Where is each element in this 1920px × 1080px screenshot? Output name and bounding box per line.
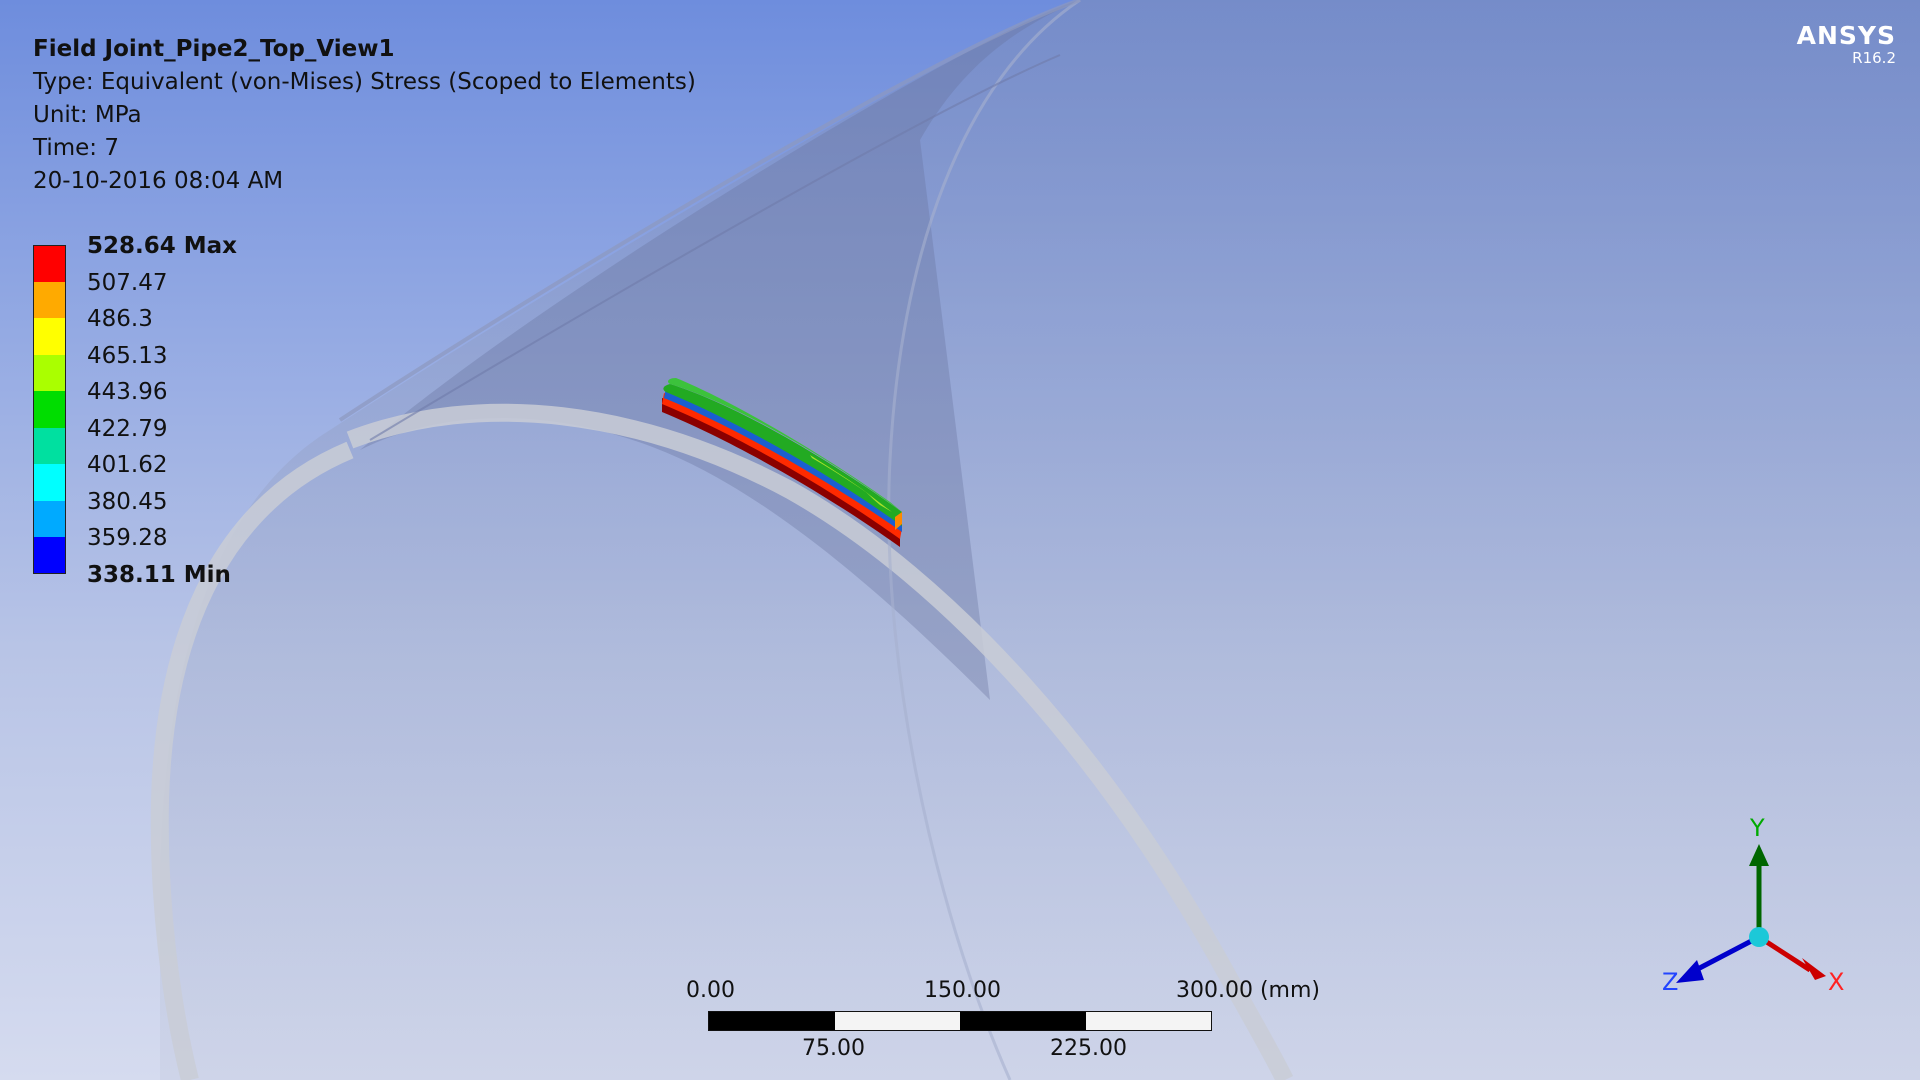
scale-label-75: 75.00 [802, 1036, 865, 1061]
legend-swatch [33, 537, 66, 574]
scale-bar-graphic [708, 1011, 1212, 1031]
legend-swatch [33, 464, 66, 501]
scale-label-150: 150.00 [924, 978, 1001, 1003]
legend-value: 465.13 [87, 342, 168, 369]
result-time: Time: 7 [33, 135, 119, 161]
scale-label-225: 225.00 [1050, 1036, 1127, 1061]
scale-segment [960, 1012, 1086, 1030]
ansys-logo: ANSYS R16.2 [1796, 21, 1896, 67]
z-axis-label: Z [1662, 968, 1678, 996]
scale-label-300: 300.00 (mm) [1176, 978, 1320, 1003]
triad-origin [1749, 927, 1769, 947]
legend-swatch [33, 245, 66, 282]
x-axis-label: X [1828, 968, 1844, 996]
legend-swatch [33, 427, 66, 464]
legend-value: 422.79 [87, 415, 168, 442]
y-axis-arrow [1749, 844, 1769, 866]
result-title: Field Joint_Pipe2_Top_View1 [33, 36, 395, 62]
legend-value: 507.47 [87, 269, 168, 296]
result-type: Type: Equivalent (von-Mises) Stress (Sco… [33, 69, 696, 95]
scale-segment [709, 1012, 835, 1030]
legend-swatch [33, 281, 66, 318]
result-unit: Unit: MPa [33, 102, 142, 128]
legend-swatch [33, 318, 66, 355]
coordinate-triad[interactable]: Y X Z [1640, 800, 1860, 1000]
scale-segment [834, 1012, 960, 1030]
scale-segment [1085, 1012, 1211, 1030]
scale-label-0: 0.00 [686, 978, 735, 1003]
legend-min-label: 338.11 Min [87, 561, 231, 588]
brand-name: ANSYS [1796, 21, 1896, 50]
result-timestamp: 20-10-2016 08:04 AM [33, 168, 284, 194]
legend-max-label: 528.64 Max [87, 233, 238, 259]
z-axis-arrow [1676, 960, 1704, 983]
result-info: Field Joint_Pipe2_Top_View1 Type: Equiva… [33, 33, 696, 198]
y-axis-label: Y [1749, 814, 1765, 842]
legend-swatch [33, 354, 66, 391]
legend-value: 380.45 [87, 488, 168, 515]
legend-value: 359.28 [87, 525, 168, 551]
legend-value: 443.96 [87, 379, 168, 405]
legend-swatch [33, 391, 66, 428]
legend-value: 401.62 [87, 452, 168, 478]
legend-swatch [33, 500, 66, 537]
legend-value: 486.3 [87, 306, 153, 332]
z-axis-line [1690, 934, 1761, 975]
brand-version: R16.2 [1852, 49, 1896, 67]
